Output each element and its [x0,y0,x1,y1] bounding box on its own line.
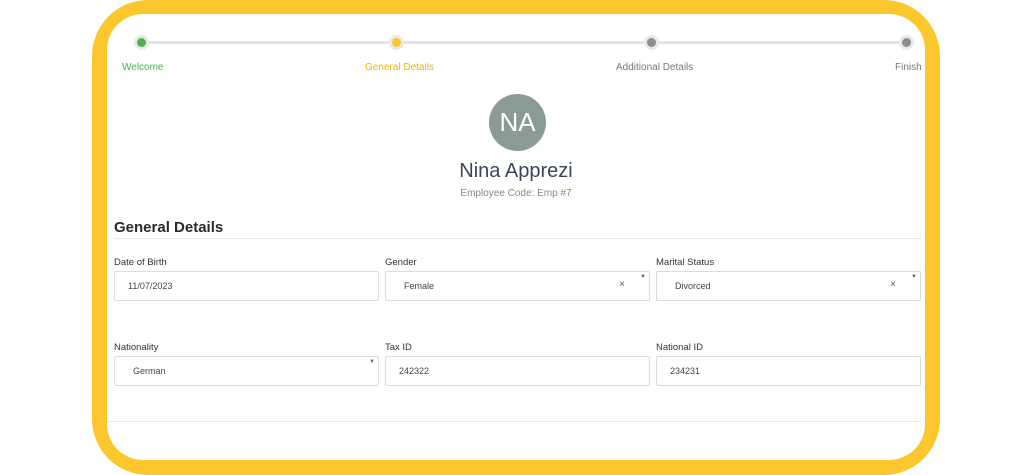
step-label-general-details[interactable]: General Details [365,62,434,73]
nationality-select[interactable]: German ▼ [114,356,379,386]
step-dot-general-details[interactable] [389,35,404,50]
nationality-value: German [133,366,166,376]
step-label-finish[interactable]: Finish [895,62,922,73]
national-id-label: National ID [656,342,703,353]
gender-value: Female [404,281,435,291]
gender-caret-icon[interactable]: ▼ [640,274,646,280]
avatar: NA [489,94,546,151]
nationality-caret-icon[interactable]: ▼ [369,359,375,365]
gender-select[interactable]: Female × ▼ [385,271,650,301]
national-id-value: 234231 [670,366,701,376]
stepper-track [140,41,913,44]
step-label-additional-details[interactable]: Additional Details [616,62,693,73]
gender-clear-icon[interactable]: × [619,279,625,290]
dob-value: 11/07/2023 [128,281,173,291]
employee-name: Nina Apprezi [459,160,573,182]
step-dot-finish[interactable] [899,35,914,50]
tax-id-label: Tax ID [385,342,412,353]
marital-status-caret-icon[interactable]: ▼ [911,274,917,280]
employee-code: Employee Code: Emp #7 [460,188,572,199]
section-divider [114,238,921,239]
step-dot-additional-details[interactable] [644,35,659,50]
dob-label: Date of Birth [114,257,167,268]
nationality-label: Nationality [114,342,159,353]
tax-id-field[interactable]: 242322 [385,356,650,386]
bottom-divider [107,421,921,422]
national-id-field[interactable]: 234231 [656,356,921,386]
marital-status-label: Marital Status [656,257,715,268]
marital-status-value: Divorced [675,281,711,291]
gender-label: Gender [385,257,417,268]
marital-status-select[interactable]: Divorced × ▼ [656,271,921,301]
section-title: General Details [114,219,224,236]
tax-id-value: 242322 [399,366,430,376]
screen: Welcome General Details Additional Detai… [107,14,925,460]
step-dot-welcome[interactable] [134,35,149,50]
step-label-welcome[interactable]: Welcome [122,62,164,73]
dob-field[interactable]: 11/07/2023 [114,271,379,301]
marital-status-clear-icon[interactable]: × [890,279,896,290]
